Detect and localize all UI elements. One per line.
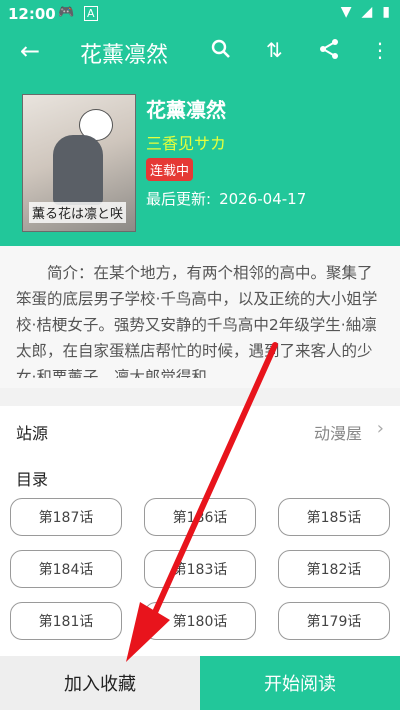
synopsis[interactable]: 简介：在某个地方，有两个相邻的高中。聚集了笨蛋的底层男子学校·千鸟高中，以及正统… (0, 246, 400, 388)
start-reading-button[interactable]: 开始阅读 (200, 656, 400, 710)
synopsis-text: 简介：在某个地方，有两个相邻的高中。聚集了笨蛋的底层男子学校·千鸟高中，以及正统… (16, 264, 378, 378)
chapter-button[interactable]: 第186话 (144, 498, 256, 536)
chapter-button[interactable]: 第183话 (144, 550, 256, 588)
app-bar: ← 花薰凛然 ⇅ ⋮ (0, 28, 400, 74)
cover-figure (53, 135, 103, 205)
source-row[interactable]: 站源 动漫屋 › (0, 406, 400, 457)
manga-title: 花薰凛然 (146, 98, 226, 122)
last-updated: 最后更新: 2026-04-17 (146, 188, 306, 209)
source-label: 站源 (16, 424, 49, 443)
cover-title: 薫る花は凛と咲 (29, 202, 127, 223)
share-icon[interactable] (318, 38, 340, 65)
chevron-right-icon: › (376, 418, 384, 439)
back-arrow-icon[interactable]: ← (20, 37, 40, 65)
gamepad-icon: 🎮 (58, 5, 75, 20)
page-title: 花薰凛然 (80, 43, 169, 68)
bottom-action-bar: 加入收藏 开始阅读 (0, 656, 400, 710)
catalog-heading: 目录 (16, 470, 49, 489)
chapter-button[interactable]: 第185话 (278, 498, 390, 536)
status-bar: 12:00 🎮 A ▼ ◢ ▮ (0, 0, 400, 28)
manga-author[interactable]: 三香见サカ (146, 130, 226, 154)
manga-header: 薫る花は凛と咲 花薰凛然 三香见サカ 连载中 最后更新: 2026-04-17 (0, 74, 400, 246)
chapter-button[interactable]: 第181话 (10, 602, 122, 640)
chapter-grid: 第187话 第186话 第185话 第184话 第183话 第182话 第181… (10, 498, 390, 640)
more-icon[interactable]: ⋮ (370, 38, 390, 62)
chapter-button[interactable]: 第182话 (278, 550, 390, 588)
cover-image[interactable]: 薫る花は凛と咲 (22, 94, 136, 232)
updated-date: 2026-04-17 (219, 190, 307, 208)
chapter-button[interactable]: 第180话 (144, 602, 256, 640)
search-icon[interactable] (210, 38, 232, 65)
updated-label: 最后更新: (146, 190, 212, 208)
chapter-catalog: 目录 第187话 第186话 第185话 第184话 第183话 第182话 第… (0, 456, 400, 656)
sort-icon[interactable]: ⇅ (266, 38, 283, 62)
status-time: 12:00 (8, 5, 56, 23)
source-value: 动漫屋 (313, 424, 362, 443)
chapter-button[interactable]: 第184话 (10, 550, 122, 588)
status-badge: 连载中 (146, 158, 194, 181)
chapter-button[interactable]: 第187话 (10, 498, 122, 536)
chapter-button[interactable]: 第179话 (278, 602, 390, 640)
a-status-icon: A (84, 6, 98, 21)
wifi-icon: ▼ (340, 4, 352, 20)
battery-icon: ▮ (382, 4, 390, 20)
signal-icon: ◢ (361, 4, 373, 20)
add-favorite-button[interactable]: 加入收藏 (0, 656, 200, 710)
